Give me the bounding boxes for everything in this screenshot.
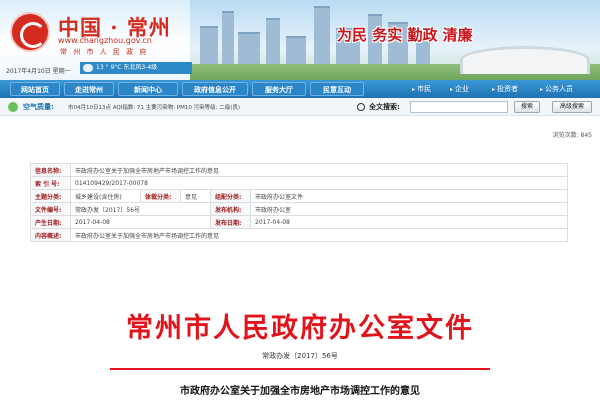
- quick-link-civil-servant[interactable]: 公务人员: [540, 80, 573, 98]
- info-doc-number-label: 文件编号:: [30, 202, 71, 216]
- document-divider: [110, 368, 490, 370]
- document-info-table: 信息名称: 市政府办公室关于加强全市房地产市场调控工作的意见 索 引 号: 01…: [30, 163, 568, 242]
- info-genre-label: 体裁分类:: [140, 189, 181, 203]
- table-row: 主题分类: 城乡建设(含住房) 体裁分类: 意见 组配分类: 市政府办公室文件: [30, 189, 568, 203]
- table-row: 内容概述: 市政府办公室关于加强全市房地产市场调控工作的意见: [30, 228, 568, 242]
- table-row: 文件编号: 常政办发〔2017〕56号 发布机构: 市政府办公室: [30, 202, 568, 216]
- air-quality-text: 市04月10日13点 AQI指数: 71 主要污染物: PM10 污染等级: 二…: [68, 105, 241, 111]
- quick-link-investor[interactable]: 投资者: [492, 80, 518, 98]
- cloud-icon: [83, 64, 93, 72]
- table-row: 产生日期: 2017-04-08 发布日期: 2017-04-08: [30, 215, 568, 229]
- nav-item-about-changzhou[interactable]: 走进常州: [64, 82, 114, 96]
- info-index-label: 索 引 号:: [30, 176, 71, 190]
- quick-link-citizen[interactable]: 市民: [412, 80, 431, 98]
- info-topic-value: 城乡建设(含住房): [70, 189, 141, 203]
- main-nav: 网站首页 走进常州 新闻中心 政府信息公开 服务大厅 民意互动 市民 企业 投资…: [0, 80, 600, 98]
- air-quality-bar: 空气质量: 市04月10日13点 AQI指数: 71 主要污染物: PM10 污…: [0, 98, 600, 116]
- site-logo-url: www.changzhou.gov.cn: [58, 36, 152, 45]
- air-quality-label: 空气质量:: [23, 103, 54, 111]
- current-date: 2017年4月10日 星期一: [6, 68, 71, 75]
- info-org-category-label: 组配分类:: [210, 189, 251, 203]
- city-emblem-icon[interactable]: [10, 12, 50, 52]
- info-created-date-value: 2017-04-08: [70, 215, 211, 229]
- document-subject: 市政府办公室关于加强全市房地产市场调控工作的意见: [180, 386, 420, 397]
- info-org-category-value: 市政府办公室文件: [250, 189, 568, 203]
- quick-link-enterprise[interactable]: 企业: [450, 80, 469, 98]
- advanced-search-button[interactable]: 高级搜索: [552, 101, 592, 113]
- table-row: 索 引 号: 014109429/2017-00078: [30, 176, 568, 190]
- nav-item-news[interactable]: 新闻中心: [118, 82, 178, 96]
- info-genre-value: 意见: [180, 189, 211, 203]
- info-topic-label: 主题分类:: [30, 189, 71, 203]
- info-published-date-value: 2017-04-08: [250, 215, 568, 229]
- info-publisher-label: 发布机构:: [210, 202, 251, 216]
- stadium-image: [460, 46, 590, 74]
- table-row: 信息名称: 市政府办公室关于加强全市房地产市场调控工作的意见: [30, 163, 568, 177]
- info-name-label: 信息名称:: [30, 163, 71, 177]
- leaf-icon: [8, 102, 18, 112]
- info-published-date-label: 发布日期:: [210, 215, 251, 229]
- search-button[interactable]: 搜索: [514, 101, 540, 113]
- document-title: 常州市人民政府办公室文件: [126, 313, 474, 344]
- nav-item-interaction[interactable]: 民意互动: [310, 82, 364, 96]
- nav-item-service-hall[interactable]: 服务大厅: [252, 82, 306, 96]
- view-count: 浏览次数: 845: [552, 132, 592, 139]
- info-summary-value: 市政府办公室关于加强全市房地产市场调控工作的意见: [70, 228, 568, 242]
- site-logo-subtitle: 常 州 市 人 民 政 府: [60, 48, 149, 56]
- info-summary-label: 内容概述:: [30, 228, 71, 242]
- info-created-date-label: 产生日期:: [30, 215, 71, 229]
- weather-widget[interactable]: 13 ° 9°C 东北风3-4级: [80, 62, 192, 74]
- nav-item-home[interactable]: 网站首页: [10, 82, 60, 96]
- site-banner: 中国 · 常州 www.changzhou.gov.cn 常 州 市 人 民 政…: [0, 0, 600, 80]
- banner-slogan: 为民 务实 勤政 清廉: [337, 26, 473, 44]
- info-publisher-value: 市政府办公室: [250, 202, 568, 216]
- search-label: 全文搜索:: [369, 103, 400, 111]
- info-name-value: 市政府办公室关于加强全市房地产市场调控工作的意见: [70, 163, 568, 177]
- nav-item-gov-info[interactable]: 政府信息公开: [182, 82, 248, 96]
- document-number: 常政办发〔2017〕56号: [262, 352, 338, 360]
- weather-text: 13 ° 9°C 东北风3-4级: [96, 64, 158, 71]
- search-input[interactable]: [410, 101, 508, 113]
- search-icon: [357, 103, 365, 111]
- info-doc-number-value: 常政办发〔2017〕56号: [70, 202, 211, 216]
- info-index-value: 014109429/2017-00078: [70, 176, 568, 190]
